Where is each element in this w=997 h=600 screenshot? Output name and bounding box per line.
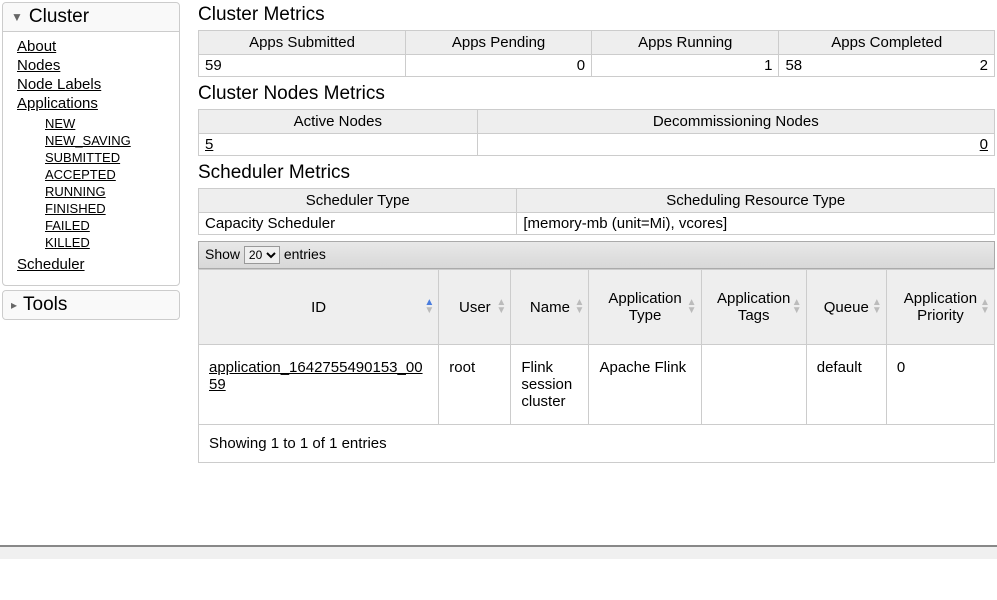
tools-title: Tools — [23, 294, 67, 316]
sidebar-item-nodes[interactable]: Nodes — [17, 57, 165, 74]
sidebar-sub-failed[interactable]: FAILED — [45, 218, 165, 233]
col-apps-running: Apps Running — [592, 31, 779, 55]
col-apps-pending: Apps Pending — [406, 31, 592, 55]
app-id-link[interactable]: application_1642755490153_0059 — [209, 359, 423, 393]
col-queue[interactable]: Queue ▲▼ — [806, 270, 886, 345]
applications-sublist: NEW NEW_SAVING SUBMITTED ACCEPTED RUNNIN… — [45, 116, 165, 250]
col-id[interactable]: ID ▲▼ — [199, 270, 439, 345]
sidebar-sub-finished[interactable]: FINISHED — [45, 201, 165, 216]
sort-icon: ▲▼ — [872, 299, 882, 315]
cluster-header[interactable]: ▼ Cluster — [3, 3, 179, 32]
val-apps-running: 1 — [592, 55, 779, 77]
val-apps-pending: 0 — [406, 55, 592, 77]
cluster-panel: ▼ Cluster About Nodes Node Labels Applic… — [2, 2, 180, 286]
chevron-right-icon: ▸ — [11, 298, 17, 312]
sort-icon: ▲▼ — [574, 299, 584, 315]
cluster-body: About Nodes Node Labels Applications NEW… — [3, 32, 179, 285]
val-apps-completed: 58 — [785, 57, 802, 74]
sidebar-item-scheduler[interactable]: Scheduler — [17, 256, 165, 273]
tools-panel: ▸ Tools — [2, 290, 180, 320]
applications-table: ID ▲▼ User ▲▼ Name ▲▼ Application Type ▲… — [198, 269, 995, 425]
val-apps-extra: 2 — [980, 57, 988, 74]
col-resource-type: Scheduling Resource Type — [517, 189, 995, 213]
sidebar: ▼ Cluster About Nodes Node Labels Applic… — [2, 2, 180, 463]
datatable-info: Showing 1 to 1 of 1 entries — [198, 425, 995, 463]
sort-icon: ▲▼ — [496, 299, 506, 315]
show-label: Show — [205, 246, 240, 262]
nodes-metrics-title: Cluster Nodes Metrics — [198, 83, 995, 105]
val-resource-type: [memory-mb (unit=Mi), vcores] — [517, 213, 995, 235]
app-type: Apache Flink — [589, 345, 701, 425]
sidebar-item-applications[interactable]: Applications — [17, 95, 165, 112]
col-decom-nodes: Decommissioning Nodes — [477, 110, 994, 134]
col-name[interactable]: Name ▲▼ — [511, 270, 589, 345]
col-app-type[interactable]: Application Type ▲▼ — [589, 270, 701, 345]
sidebar-sub-accepted[interactable]: ACCEPTED — [45, 167, 165, 182]
sort-icon: ▲▼ — [424, 299, 434, 315]
app-tags — [701, 345, 806, 425]
sort-icon: ▲▼ — [792, 299, 802, 315]
sidebar-sub-new-saving[interactable]: NEW_SAVING — [45, 133, 165, 148]
page-size-select[interactable]: 20 — [244, 246, 280, 264]
chevron-down-icon: ▼ — [11, 10, 23, 24]
cluster-metrics-table: Apps Submitted Apps Pending Apps Running… — [198, 30, 995, 77]
sidebar-sub-killed[interactable]: KILLED — [45, 235, 165, 250]
main-content: Cluster Metrics Apps Submitted Apps Pend… — [198, 2, 995, 463]
app-priority: 0 — [886, 345, 994, 425]
col-apps-submitted: Apps Submitted — [199, 31, 406, 55]
app-name: Flink session cluster — [511, 345, 589, 425]
scheduler-metrics-title: Scheduler Metrics — [198, 162, 995, 184]
sidebar-sub-new[interactable]: NEW — [45, 116, 165, 131]
col-priority[interactable]: Application Priority ▲▼ — [886, 270, 994, 345]
sort-icon: ▲▼ — [687, 299, 697, 315]
col-user[interactable]: User ▲▼ — [439, 270, 511, 345]
col-app-tags[interactable]: Application Tags ▲▼ — [701, 270, 806, 345]
col-scheduler-type: Scheduler Type — [199, 189, 517, 213]
cluster-metrics-title: Cluster Metrics — [198, 4, 995, 26]
datatable-length-bar: Show 20 entries — [198, 241, 995, 269]
scheduler-metrics-table: Scheduler Type Scheduling Resource Type … — [198, 188, 995, 235]
sidebar-sub-running[interactable]: RUNNING — [45, 184, 165, 199]
col-apps-completed: Apps Completed — [779, 31, 995, 55]
cluster-title: Cluster — [29, 6, 89, 28]
col-active-nodes: Active Nodes — [199, 110, 478, 134]
sidebar-item-node-labels[interactable]: Node Labels — [17, 76, 165, 93]
link-active-nodes[interactable]: 5 — [205, 136, 213, 153]
tools-header[interactable]: ▸ Tools — [3, 291, 179, 319]
nodes-metrics-table: Active Nodes Decommissioning Nodes 5 0 — [198, 109, 995, 156]
sort-icon: ▲▼ — [980, 299, 990, 315]
footer-bar — [0, 545, 997, 559]
sidebar-sub-submitted[interactable]: SUBMITTED — [45, 150, 165, 165]
link-decom-nodes[interactable]: 0 — [980, 136, 988, 153]
sidebar-item-about[interactable]: About — [17, 38, 165, 55]
table-row: application_1642755490153_0059 root Flin… — [199, 345, 995, 425]
app-user: root — [439, 345, 511, 425]
val-scheduler-type: Capacity Scheduler — [199, 213, 517, 235]
val-apps-submitted: 59 — [199, 55, 406, 77]
entries-label: entries — [284, 246, 326, 262]
app-queue: default — [806, 345, 886, 425]
